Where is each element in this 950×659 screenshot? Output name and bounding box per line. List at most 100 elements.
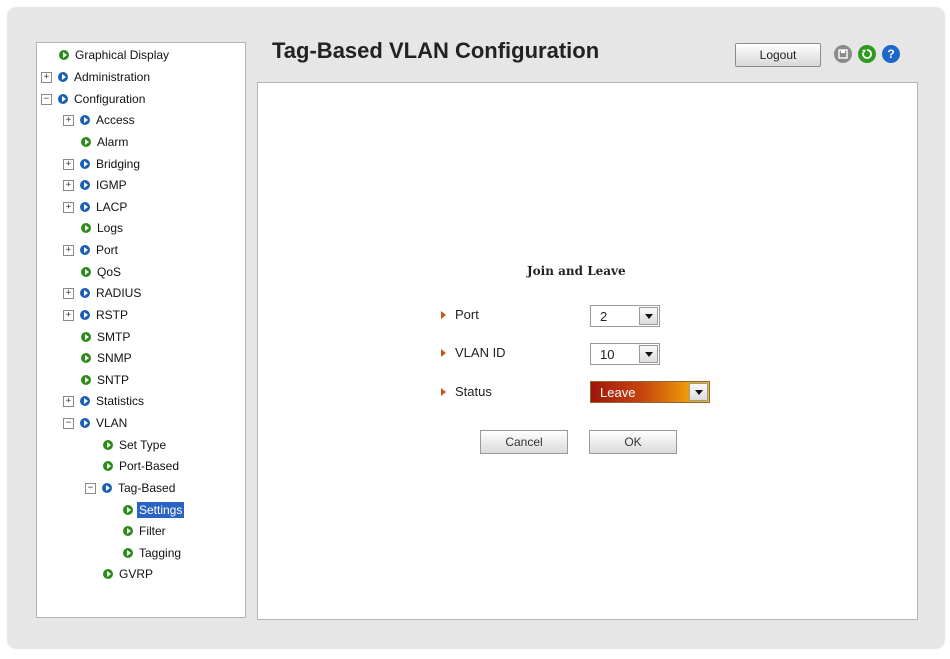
- tree-item-rstp[interactable]: + RSTP: [63, 306, 130, 324]
- green-arrow-icon: [103, 461, 113, 471]
- collapse-icon[interactable]: −: [85, 482, 96, 494]
- chevron-down-icon[interactable]: [689, 383, 708, 401]
- tree-item-label: Settings: [137, 502, 185, 518]
- expand-icon[interactable]: +: [63, 179, 74, 191]
- tree-item-alarm[interactable]: Alarm: [81, 133, 130, 151]
- expand-icon[interactable]: +: [63, 395, 74, 407]
- expand-icon[interactable]: +: [63, 244, 74, 256]
- tree-item-statistics[interactable]: + Statistics: [63, 392, 146, 410]
- tree-item-label: GVRP: [119, 567, 154, 581]
- refresh-icon[interactable]: [858, 45, 876, 63]
- blue-arrow-icon: [80, 159, 90, 169]
- tree-item-lacp[interactable]: + LACP: [63, 198, 129, 216]
- content-panel: [257, 82, 918, 620]
- expand-icon[interactable]: +: [63, 114, 74, 126]
- tree-item-label: IGMP: [96, 178, 127, 192]
- ok-button[interactable]: OK: [589, 430, 677, 454]
- section-title: Join and Leave: [527, 264, 626, 278]
- tree-item-vlan[interactable]: − VLAN: [63, 414, 129, 432]
- tree-item-tagging[interactable]: Tagging: [123, 544, 183, 562]
- tree-item-administration[interactable]: + Administration: [41, 68, 152, 86]
- tree-item-bridging[interactable]: + Bridging: [63, 155, 142, 173]
- green-arrow-icon: [81, 353, 91, 363]
- tree-item-configuration[interactable]: − Configuration: [41, 90, 147, 108]
- green-arrow-icon: [59, 50, 69, 60]
- green-arrow-icon: [81, 267, 91, 277]
- save-icon[interactable]: [834, 45, 852, 63]
- vlan-id-label: VLAN ID: [441, 345, 506, 360]
- tree-item-label: SNMP: [97, 351, 132, 365]
- expand-icon[interactable]: +: [41, 71, 52, 83]
- chevron-down-icon[interactable]: [639, 307, 658, 325]
- blue-arrow-icon: [80, 245, 90, 255]
- expand-icon[interactable]: +: [63, 158, 74, 170]
- green-arrow-icon: [81, 332, 91, 342]
- port-label: Port: [441, 307, 479, 322]
- tree-item-logs[interactable]: Logs: [81, 219, 125, 237]
- blue-arrow-icon: [80, 310, 90, 320]
- tree-item-set-type[interactable]: Set Type: [103, 436, 168, 454]
- tree-item-port[interactable]: + Port: [63, 241, 120, 259]
- status-label-text: Status: [455, 384, 492, 399]
- blue-arrow-icon: [80, 202, 90, 212]
- green-arrow-icon: [81, 375, 91, 385]
- collapse-icon[interactable]: −: [63, 417, 74, 429]
- tree-item-smtp[interactable]: SMTP: [81, 328, 132, 346]
- tree-item-label: RSTP: [96, 308, 129, 322]
- tree-item-label: Port: [96, 243, 119, 257]
- tree-item-label: SNTP: [97, 373, 130, 387]
- green-arrow-icon: [81, 137, 91, 147]
- green-arrow-icon: [103, 569, 113, 579]
- chevron-down-icon[interactable]: [639, 345, 658, 363]
- vlan-id-label-text: VLAN ID: [455, 345, 506, 360]
- navigation-tree-panel: Graphical Display + Administration − Confi…: [36, 42, 246, 618]
- tree-item-label: Set Type: [119, 438, 167, 452]
- tree-item-tag-based[interactable]: − Tag-Based: [85, 479, 177, 497]
- vlan-id-select[interactable]: 10: [590, 343, 660, 365]
- expand-icon[interactable]: +: [63, 201, 74, 213]
- expand-icon[interactable]: +: [63, 287, 74, 299]
- blue-arrow-icon: [80, 288, 90, 298]
- vlan-id-select-value: 10: [600, 346, 615, 362]
- port-select[interactable]: 2: [590, 305, 660, 327]
- tree-item-gvrp[interactable]: GVRP: [103, 565, 155, 583]
- tree-item-label: Port-Based: [119, 459, 180, 473]
- tree-item-radius[interactable]: + RADIUS: [63, 284, 143, 302]
- blue-arrow-icon: [58, 72, 68, 82]
- tree-item-label: Statistics: [96, 394, 145, 408]
- expand-icon[interactable]: +: [63, 309, 74, 321]
- tree-item-snmp[interactable]: SNMP: [81, 349, 134, 367]
- tree-item-label: Tag-Based: [118, 481, 176, 495]
- tree-item-access[interactable]: + Access: [63, 111, 137, 129]
- status-select[interactable]: Leave: [590, 381, 710, 403]
- help-icon[interactable]: ?: [882, 45, 900, 63]
- tree-item-label: QoS: [97, 265, 122, 279]
- tree-item-label: Tagging: [139, 546, 182, 560]
- green-arrow-icon: [123, 505, 133, 515]
- tree-item-qos[interactable]: QoS: [81, 263, 123, 281]
- tree-item-igmp[interactable]: + IGMP: [63, 176, 129, 194]
- status-label: Status: [441, 384, 492, 399]
- navigation-tree: Graphical Display + Administration − Confi…: [37, 43, 245, 617]
- status-select-value: Leave: [600, 384, 636, 400]
- tree-item-label: LACP: [96, 200, 128, 214]
- tree-item-sntp[interactable]: SNTP: [81, 371, 131, 389]
- tree-item-settings[interactable]: Settings: [123, 501, 185, 519]
- blue-arrow-icon: [102, 483, 112, 493]
- bullet-arrow-icon: [441, 310, 446, 319]
- tree-item-graphical-display[interactable]: Graphical Display: [59, 46, 171, 64]
- green-arrow-icon: [123, 526, 133, 536]
- bullet-arrow-icon: [441, 387, 446, 396]
- collapse-icon[interactable]: −: [41, 93, 52, 105]
- blue-arrow-icon: [80, 396, 90, 406]
- cancel-button[interactable]: Cancel: [480, 430, 568, 454]
- tree-item-label: Bridging: [96, 157, 141, 171]
- port-label-text: Port: [455, 307, 479, 322]
- tree-item-port-based[interactable]: Port-Based: [103, 457, 181, 475]
- tree-item-label: SMTP: [97, 330, 131, 344]
- tree-item-filter[interactable]: Filter: [123, 522, 168, 540]
- tree-item-label: Administration: [74, 70, 151, 84]
- green-arrow-icon: [123, 548, 133, 558]
- green-arrow-icon: [81, 223, 91, 233]
- logout-button[interactable]: Logout: [735, 43, 821, 67]
